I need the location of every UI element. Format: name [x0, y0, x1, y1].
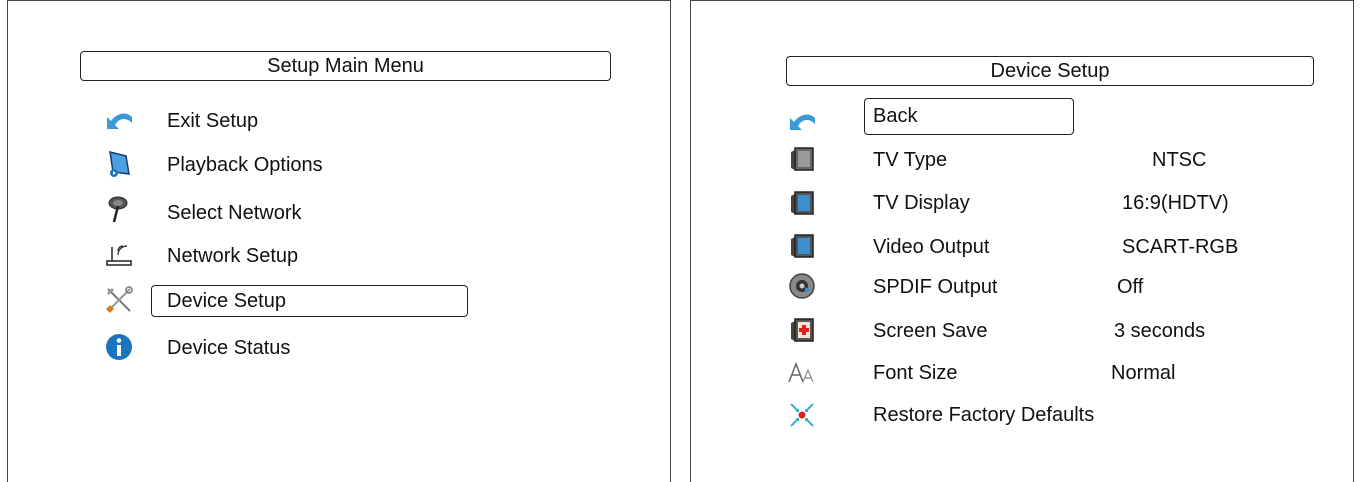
info-icon: [104, 332, 134, 362]
setup-main-menu-panel: Setup Main Menu Exit Setup Playback Opti…: [7, 0, 671, 482]
back-arrow-icon: [787, 106, 817, 136]
antenna-icon: [104, 194, 134, 224]
setting-row-font-size[interactable]: Font Size Normal: [691, 356, 1353, 392]
tv-icon: [787, 144, 817, 174]
disc-icon: [787, 271, 817, 301]
setup-main-menu-title: Setup Main Menu: [80, 51, 611, 81]
menu-item-label: Device Status: [167, 337, 291, 359]
video-output-icon: [787, 231, 817, 261]
back-arrow-icon: [104, 105, 134, 135]
setting-value: Normal: [1111, 362, 1176, 384]
setting-label: SPDIF Output: [873, 276, 998, 298]
menu-item-exit-setup[interactable]: Exit Setup: [8, 103, 670, 139]
menu-item-label: Select Network: [167, 202, 302, 224]
menu-item-select-network[interactable]: Select Network: [8, 194, 670, 230]
setting-value: NTSC: [1152, 149, 1207, 171]
tv-display-icon: [787, 188, 817, 218]
setting-row-back[interactable]: Back: [691, 98, 1353, 136]
menu-item-label: Device Setup: [167, 290, 286, 312]
setting-value: 16:9(HDTV): [1122, 192, 1229, 214]
setting-row-video-output[interactable]: Video Output SCART-RGB: [691, 229, 1353, 265]
menu-item-label: Exit Setup: [167, 110, 259, 132]
router-icon: [104, 239, 134, 269]
font-size-icon: [787, 358, 817, 388]
setting-row-screen-save[interactable]: Screen Save 3 seconds: [691, 313, 1353, 349]
setting-label: Back: [873, 105, 918, 127]
setting-label: TV Type: [873, 149, 948, 171]
menu-item-playback-options[interactable]: Playback Options: [8, 146, 670, 182]
setting-label: Font Size: [873, 362, 958, 384]
setting-value: 3 seconds: [1114, 320, 1206, 342]
device-setup-title: Device Setup: [786, 56, 1314, 86]
setting-label: Video Output: [873, 236, 990, 258]
setting-label: Screen Save: [873, 320, 988, 342]
screensaver-icon: [787, 315, 817, 345]
setting-label: Restore Factory Defaults: [873, 404, 1095, 426]
setting-row-tv-display[interactable]: TV Display 16:9(HDTV): [691, 186, 1353, 222]
device-setup-panel: Device Setup Back TV Type NTSC TV Displa…: [690, 0, 1354, 482]
setting-label: TV Display: [873, 192, 970, 214]
setting-value: Off: [1117, 276, 1144, 298]
setting-value: SCART-RGB: [1122, 236, 1239, 258]
playback-icon: [104, 148, 134, 178]
setting-row-restore-factory-defaults[interactable]: Restore Factory Defaults: [691, 398, 1353, 434]
tools-icon: [104, 285, 134, 315]
menu-item-device-status[interactable]: Device Status: [8, 330, 670, 366]
menu-item-network-setup[interactable]: Network Setup: [8, 237, 670, 273]
menu-item-device-setup[interactable]: Device Setup: [8, 283, 670, 319]
menu-item-label: Playback Options: [167, 154, 323, 176]
setting-row-spdif-output[interactable]: SPDIF Output Off: [691, 269, 1353, 305]
restore-icon: [787, 400, 817, 430]
setting-row-tv-type[interactable]: TV Type NTSC: [691, 142, 1353, 178]
menu-item-label: Network Setup: [167, 245, 299, 267]
